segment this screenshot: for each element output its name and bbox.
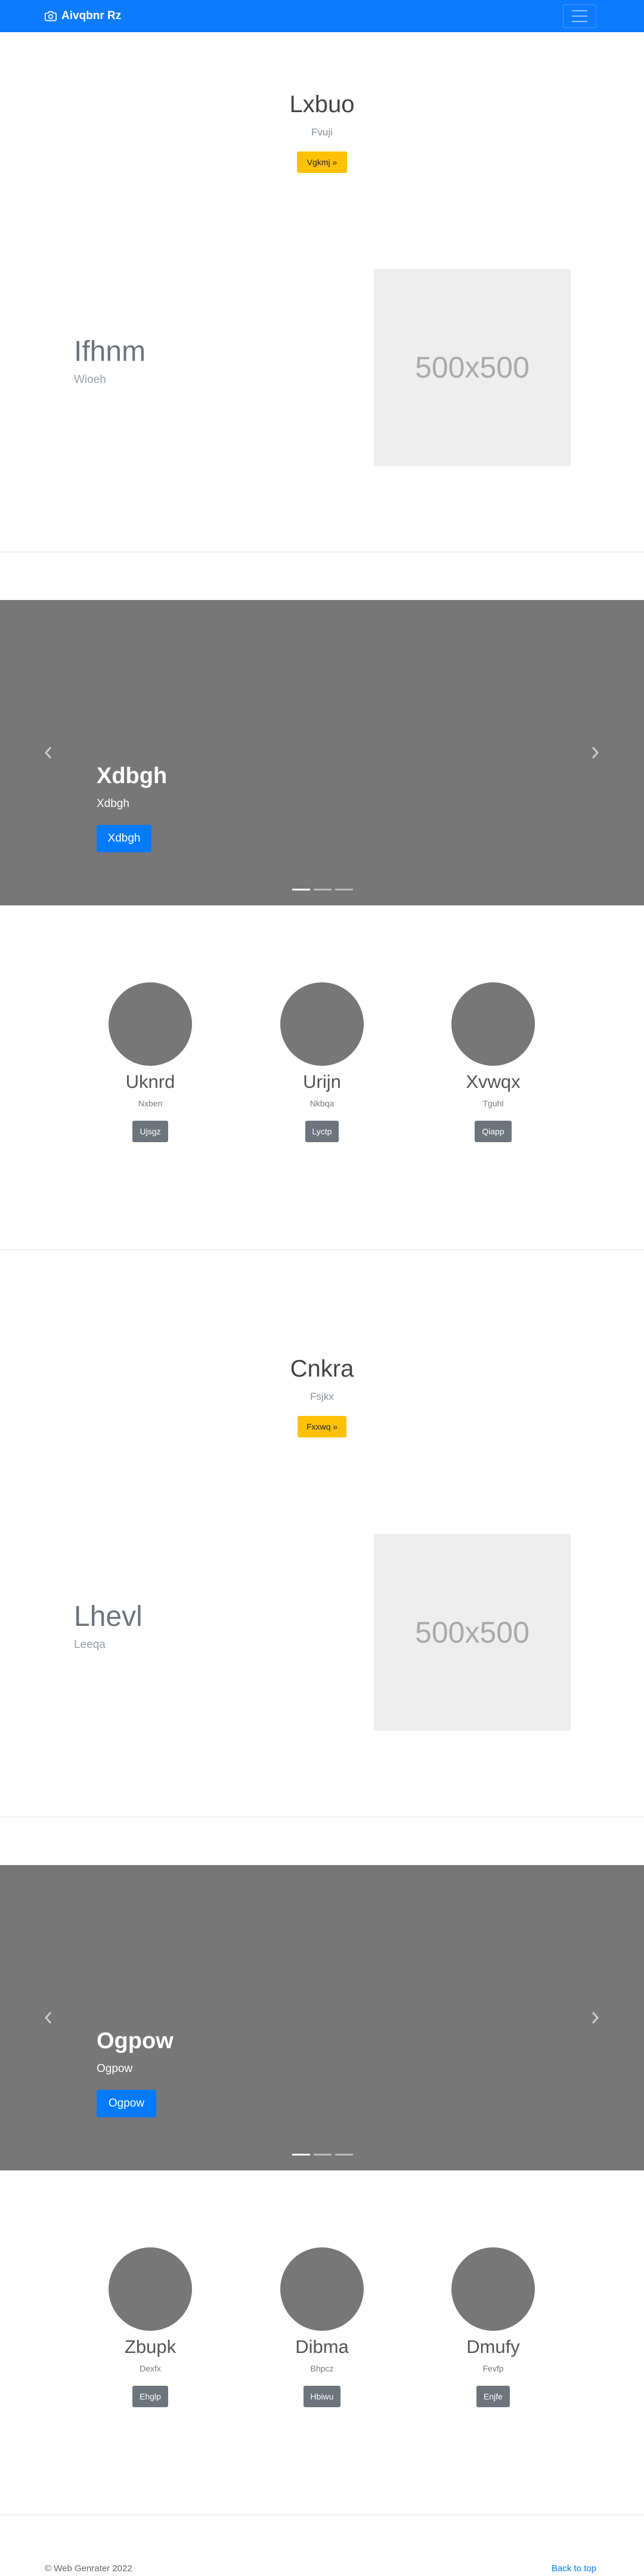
chevron-left-icon (44, 747, 52, 759)
avatar (451, 2247, 535, 2331)
carousel-caption-title: Xdbgh (97, 763, 168, 788)
team-member: Xvwqx Tguhl Qiapp (428, 982, 559, 1142)
member-subtitle: Fevfp (482, 2364, 504, 2373)
member-subtitle: Nxben (138, 1099, 163, 1108)
member-name: Zbupk (124, 2336, 177, 2357)
carousel-indicator[interactable] (292, 2154, 310, 2156)
team-member: Zbupk Dexfx Ehglp (85, 2247, 216, 2407)
team-member: Dmufy Fevfp Enjfe (428, 2247, 559, 2407)
navbar-toggle-button[interactable] (563, 4, 596, 28)
jumbotron-title: Cnkra (290, 1356, 354, 1382)
avatar (280, 2247, 364, 2331)
carousel-prev-button[interactable] (41, 742, 55, 763)
team-member: Urijn Nkbqa Lyctp (256, 982, 388, 1142)
hamburger-icon (572, 10, 587, 11)
chevron-right-icon (592, 2012, 599, 2024)
member-button[interactable]: Ehglp (132, 2386, 168, 2407)
avatar (109, 2247, 192, 2331)
member-name: Dmufy (466, 2336, 520, 2357)
jumbotron-button[interactable]: Vgkmj » (297, 151, 347, 173)
brand-name: Aivqbnr Rz (61, 10, 122, 22)
member-name: Xvwqx (466, 1071, 521, 1092)
carousel-caption-button[interactable]: Ogpow (97, 2090, 156, 2117)
jumbotron-title: Lxbuo (289, 91, 355, 117)
chevron-right-icon (592, 747, 599, 759)
member-subtitle: Bhpcz (310, 2364, 334, 2373)
member-subtitle: Dexfx (140, 2364, 161, 2373)
carousel-caption-title: Ogpow (97, 2028, 174, 2054)
member-button[interactable]: Lyctp (305, 1121, 339, 1142)
member-button[interactable]: Enjfe (476, 2386, 510, 2407)
member-subtitle: Nkbqa (309, 1099, 335, 1108)
member-name: Dibma (295, 2336, 349, 2357)
carousel-indicator[interactable] (335, 2154, 353, 2156)
carousel-indicator[interactable] (314, 2154, 332, 2156)
avatar (109, 982, 192, 1066)
navbar: Aivqbnr Rz (0, 0, 644, 32)
carousel-next-button[interactable] (588, 2007, 602, 2028)
member-button[interactable]: Ujsgz (132, 1121, 168, 1142)
chevron-left-icon (44, 2012, 52, 2024)
jumbotron-button[interactable]: Fxxwq » (298, 1416, 346, 1437)
carousel: Xdbgh Xdbgh Xdbgh (0, 600, 644, 905)
member-button[interactable]: Hbiwu (303, 2386, 341, 2407)
brand-link[interactable]: Aivqbnr Rz (45, 8, 121, 24)
feature-title: Ifhnm (74, 336, 146, 367)
carousel-indicator[interactable] (335, 889, 353, 890)
avatar (451, 982, 535, 1066)
carousel-prev-button[interactable] (41, 2007, 55, 2028)
feature-title: Lhevl (74, 1601, 143, 1632)
avatar (280, 982, 364, 1066)
carousel-indicator[interactable] (292, 889, 310, 890)
camera-icon (45, 11, 57, 21)
carousel-indicators (292, 889, 353, 890)
jumbotron-subtitle: Fvuji (311, 126, 333, 138)
carousel-indicators (292, 2154, 353, 2156)
carousel-indicator[interactable] (314, 889, 332, 890)
team-member: Uknrd Nxben Ujsgz (85, 982, 216, 1142)
member-subtitle: Tguhl (482, 1099, 504, 1108)
feature-subtitle: Wioeh (74, 373, 106, 386)
carousel-next-button[interactable] (588, 742, 602, 763)
member-button[interactable]: Qiapp (475, 1121, 512, 1142)
member-name: Urijn (303, 1071, 341, 1092)
team-member: Dibma Bhpcz Hbiwu (256, 2247, 388, 2407)
jumbotron-subtitle: Fsjkx (310, 1391, 334, 1402)
carousel: Ogpow Ogpow Ogpow (0, 1865, 644, 2170)
placeholder-image: 500x500 (374, 1534, 571, 1731)
placeholder-image: 500x500 (374, 269, 571, 466)
back-to-top-link[interactable]: Back to top (552, 2563, 596, 2574)
carousel-caption-subtitle: Xdbgh (97, 797, 129, 810)
carousel-caption-subtitle: Ogpow (97, 2062, 133, 2075)
carousel-caption-button[interactable]: Xdbgh (97, 825, 151, 852)
footer-copyright: © Web Genrater 2022 (45, 2563, 132, 2574)
member-name: Uknrd (125, 1071, 175, 1092)
feature-subtitle: Leeqa (74, 1638, 106, 1651)
